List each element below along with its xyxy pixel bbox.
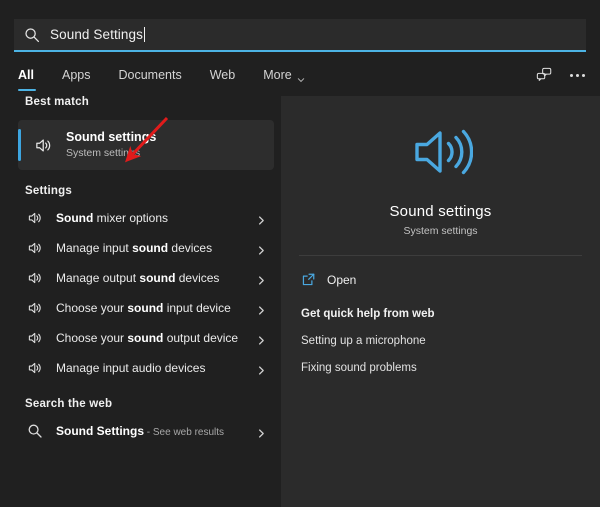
tab-all[interactable]: All — [14, 66, 48, 84]
preview-title: Sound settings — [281, 203, 600, 220]
list-item-label: Manage output sound devices — [56, 271, 256, 285]
list-item-label: Sound Settings - See web results — [56, 424, 256, 438]
speaker-icon — [27, 330, 43, 346]
header-actions — [535, 66, 588, 84]
speaker-icon-large — [409, 120, 473, 184]
chevron-right-icon — [256, 426, 267, 437]
list-item-choose-sound-output-device[interactable]: Choose your sound output device — [18, 323, 274, 353]
results-column: Best match Sound settings System setting… — [0, 96, 281, 507]
quick-help-heading: Get quick help from web — [301, 308, 600, 320]
speaker-icon — [27, 300, 43, 316]
speaker-icon — [27, 270, 43, 286]
list-item-manage-input-sound-devices[interactable]: Manage input sound devices — [18, 233, 274, 263]
search-input-value[interactable]: Sound Settings — [50, 27, 145, 42]
list-item-label: Choose your sound output device — [56, 331, 256, 345]
chevron-right-icon — [256, 273, 267, 284]
speaker-icon — [27, 240, 43, 256]
tab-more-label: More — [263, 66, 291, 84]
preview-panel: Sound settings System settings Open Get … — [281, 96, 600, 507]
settings-result-list: Sound mixer options Manage input sound d… — [0, 203, 281, 383]
web-result-list: Sound Settings - See web results — [0, 416, 281, 446]
search-icon — [24, 27, 40, 43]
best-match-sound-settings[interactable]: Sound settings System settings — [18, 120, 274, 170]
chevron-right-icon — [256, 243, 267, 254]
tab-web-label: Web — [210, 66, 235, 84]
open-external-icon — [301, 272, 316, 287]
preview-subtitle: System settings — [281, 225, 600, 237]
list-item-choose-sound-input-device[interactable]: Choose your sound input device — [18, 293, 274, 323]
list-item-manage-input-audio-devices[interactable]: Manage input audio devices — [18, 353, 274, 383]
tab-all-label: All — [18, 66, 34, 84]
chevron-right-icon — [256, 213, 267, 224]
tab-apps[interactable]: Apps — [48, 66, 105, 84]
search-icon — [27, 423, 43, 439]
tab-more[interactable]: More — [249, 66, 318, 84]
speaker-icon — [27, 210, 43, 226]
tab-apps-label: Apps — [62, 66, 91, 84]
search-query-text: Sound Settings — [50, 27, 143, 42]
ellipsis-icon[interactable] — [567, 70, 588, 81]
speaker-icon — [27, 360, 43, 376]
settings-heading: Settings — [0, 185, 281, 197]
list-item-label: Choose your sound input device — [56, 301, 256, 315]
list-item-label: Sound mixer options — [56, 211, 256, 225]
open-button-label: Open — [327, 273, 356, 287]
list-item-web-sound-settings[interactable]: Sound Settings - See web results — [18, 416, 274, 446]
list-item-label: Manage input sound devices — [56, 241, 256, 255]
tab-documents-label: Documents — [118, 66, 181, 84]
tab-documents[interactable]: Documents — [104, 66, 195, 84]
chevron-right-icon — [256, 333, 267, 344]
chevron-right-icon — [256, 303, 267, 314]
preview-hero: Sound settings System settings — [281, 96, 600, 237]
people-feedback-icon[interactable] — [535, 66, 553, 84]
help-link-setting-up-microphone[interactable]: Setting up a microphone — [301, 335, 600, 347]
help-link-fixing-sound-problems[interactable]: Fixing sound problems — [301, 362, 600, 374]
filter-tabs: All Apps Documents Web More — [14, 66, 319, 92]
search-box[interactable]: Sound Settings — [14, 19, 586, 52]
chevron-down-icon — [297, 71, 305, 79]
best-match-heading: Best match — [0, 96, 281, 108]
speaker-icon — [34, 136, 53, 155]
open-button[interactable]: Open — [301, 272, 600, 287]
best-match-title: Sound settings — [66, 130, 156, 145]
chevron-right-icon — [256, 363, 267, 374]
search-flyout: Sound Settings All Apps Documents Web Mo… — [0, 0, 600, 507]
list-item-sound-mixer-options[interactable]: Sound mixer options — [18, 203, 274, 233]
list-item-manage-output-sound-devices[interactable]: Manage output sound devices — [18, 263, 274, 293]
list-item-label: Manage input audio devices — [56, 361, 256, 375]
search-web-heading: Search the web — [0, 398, 281, 410]
text-caret — [144, 27, 145, 42]
preview-divider — [299, 255, 582, 256]
tab-web[interactable]: Web — [196, 66, 249, 84]
best-match-subtitle: System settings — [66, 146, 156, 160]
